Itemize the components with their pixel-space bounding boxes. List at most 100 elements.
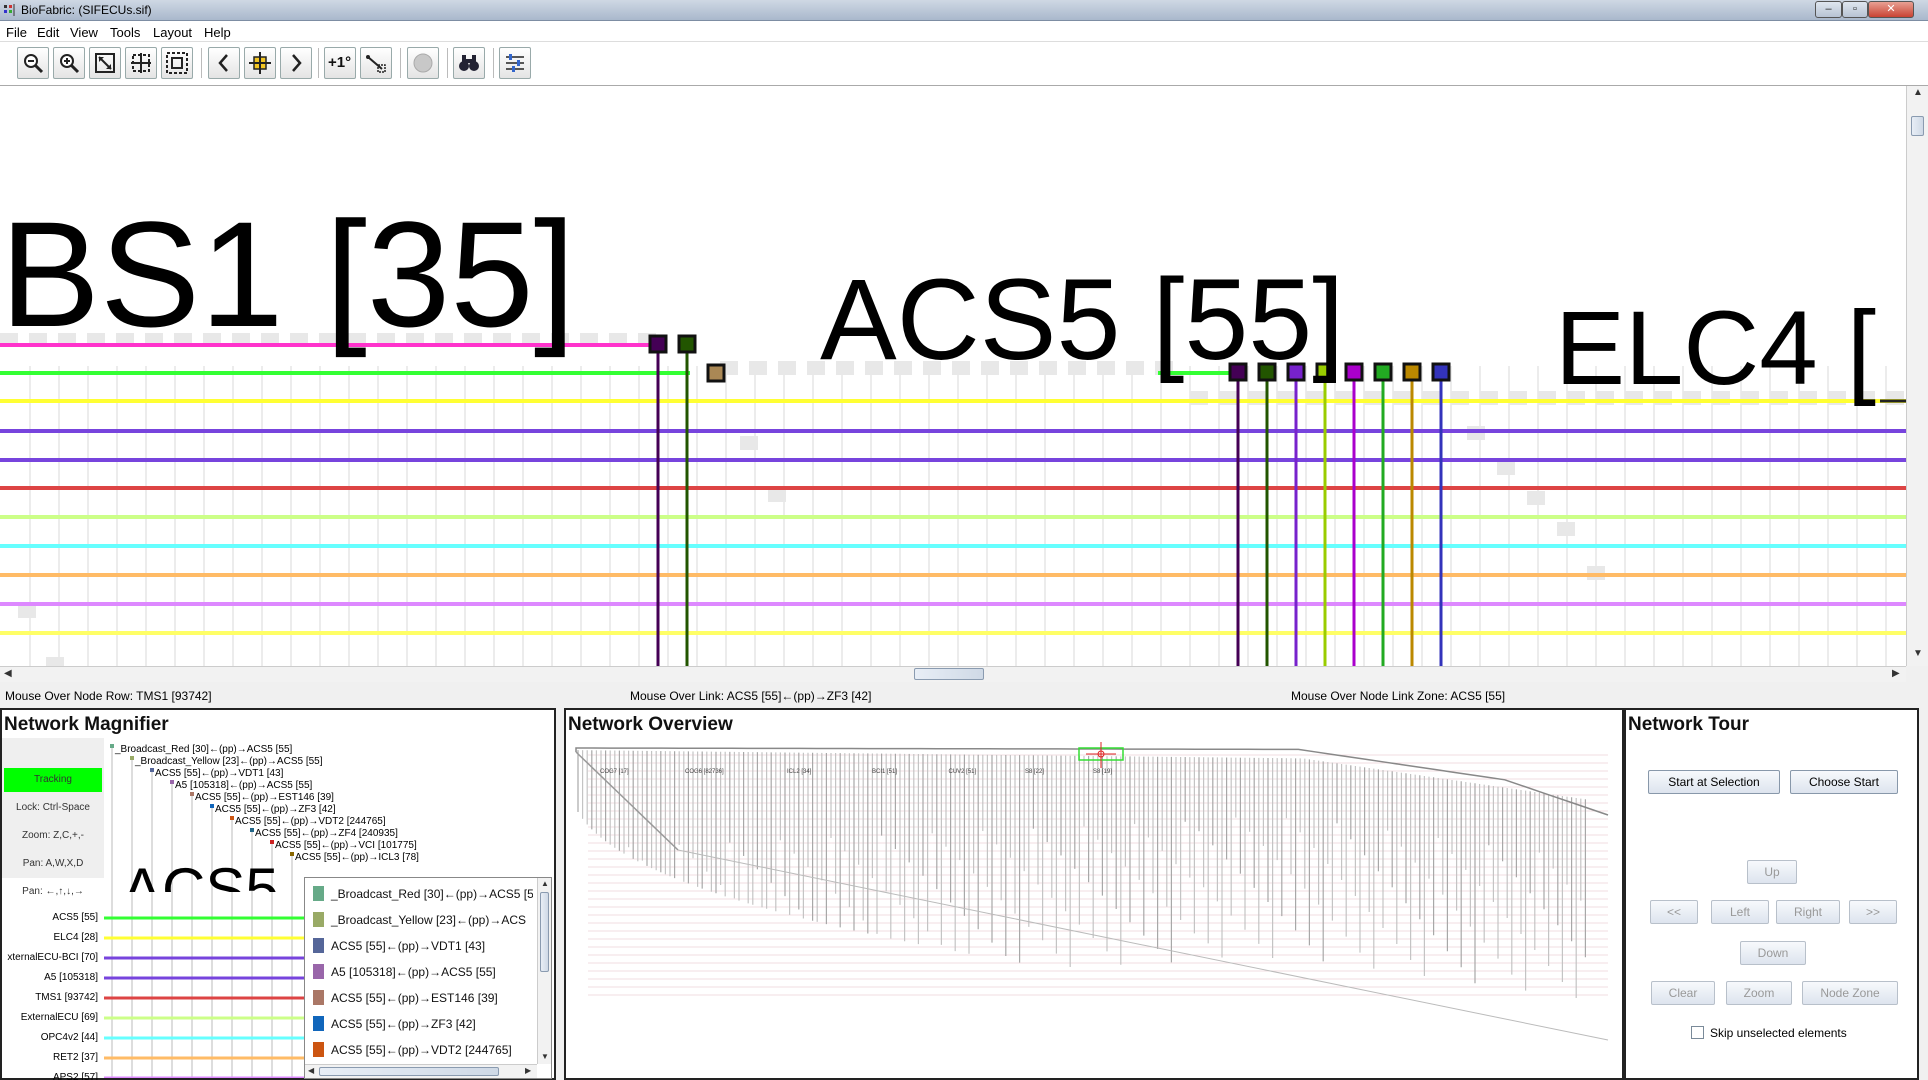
- magnifier-link-label: ACS5 [55]←(pp)→VDT1 [43]: [155, 768, 284, 779]
- magnifier-row-label: ACS5 [55]: [52, 912, 98, 923]
- toolbar-separator: [493, 48, 494, 78]
- fabric-vertical-scrollbar[interactable]: ▲ ▼: [1906, 86, 1928, 666]
- popup-scroll-down[interactable]: ▼: [541, 1052, 549, 1061]
- status-node-row: Mouse Over Node Row: TMS1 [93742]: [5, 689, 212, 703]
- zoom-to-model-icon: [95, 53, 115, 73]
- popup-scroll-right[interactable]: ▶: [525, 1066, 531, 1075]
- close-button[interactable]: ✕: [1868, 1, 1914, 18]
- zoom-to-selection-icon: [131, 53, 151, 73]
- popup-list-item[interactable]: ACS5 [55]←(pp)→EST146 [39]: [309, 986, 533, 1010]
- tour-up-button[interactable]: Up: [1747, 860, 1797, 884]
- magnifier-link-label: ACS5 [55]←(pp)→EST146 [39]: [195, 792, 334, 803]
- skip-unselected-checkbox[interactable]: [1691, 1026, 1704, 1039]
- link-endpoint-block: [1344, 362, 1364, 382]
- scroll-down-arrow[interactable]: ▼: [1913, 648, 1923, 659]
- popup-list-item[interactable]: A5 [105318]←(pp)→ACS5 [55]: [309, 960, 533, 984]
- popup-scroll-up[interactable]: ▲: [541, 879, 549, 888]
- tour-far-right-button[interactable]: >>: [1849, 900, 1897, 924]
- minimize-button[interactable]: –: [1815, 1, 1842, 18]
- magnifier-link-label: ACS5 [55]←(pp)→ZF4 [240935]: [255, 828, 398, 839]
- tour-zoom-button[interactable]: Zoom: [1726, 981, 1792, 1005]
- magnifier-link-endpoint: [190, 792, 194, 796]
- start-at-selection-button[interactable]: Start at Selection: [1648, 770, 1780, 794]
- magnifier-link-endpoint: [230, 816, 234, 820]
- toolbar-separator: [447, 48, 448, 78]
- zoom-to-selection-button[interactable]: [125, 47, 157, 79]
- link-color-swatch: [313, 938, 324, 953]
- menu-file[interactable]: File: [6, 25, 27, 40]
- popup-vertical-scrollbar[interactable]: ▲ ▼: [537, 878, 551, 1064]
- center-on-selection-icon: [249, 52, 271, 74]
- center-on-selection-button[interactable]: [244, 47, 276, 79]
- overview-node-label: ICL2 [34]: [787, 769, 812, 775]
- scroll-up-arrow[interactable]: ▲: [1913, 87, 1923, 98]
- stop-button[interactable]: [407, 47, 439, 79]
- popup-item-label: _Broadcast_Yellow [23]←(pp)→ACS: [331, 913, 526, 927]
- popup-list-item[interactable]: _Broadcast_Yellow [23]←(pp)→ACS: [309, 908, 533, 932]
- link-endpoint-block: [706, 363, 726, 383]
- fabric-horizontal-scrollbar[interactable]: ◀ ▶: [0, 666, 1906, 682]
- menu-help[interactable]: Help: [204, 25, 231, 40]
- menu-view[interactable]: View: [70, 25, 98, 40]
- tour-left-button[interactable]: Left: [1711, 900, 1769, 924]
- popup-list-item[interactable]: ACS5 [55]←(pp)→VDT2 [244765]: [309, 1038, 533, 1062]
- status-link: Mouse Over Link: ACS5 [55]←(pp)→ZF3 [42]: [630, 689, 872, 703]
- magnifier-row-label: APS2 [57]: [52, 1072, 98, 1080]
- menu-layout[interactable]: Layout: [153, 25, 192, 40]
- overview-envelope: [677, 849, 1609, 1041]
- overview-drawing[interactable]: [568, 740, 1624, 1070]
- popup-list-item[interactable]: ACS5 [55]←(pp)→ZF3 [42]: [309, 1012, 533, 1036]
- link-color-swatch: [313, 1016, 324, 1031]
- zoom-to-model-button[interactable]: [89, 47, 121, 79]
- link-color-swatch: [313, 1042, 324, 1057]
- scroll-right-arrow[interactable]: ▶: [1892, 668, 1900, 679]
- maximize-button[interactable]: ▫: [1842, 1, 1868, 18]
- network-overview-panel[interactable]: Network Overview COG7 [17] COG6 [82736] IC…: [564, 708, 1624, 1080]
- link-popup-list[interactable]: _Broadcast_Red [30]←(pp)→ACS5 [5 _Broadca…: [304, 877, 552, 1079]
- propagate-selection-button[interactable]: [360, 47, 392, 79]
- unselected-node-block: [1497, 461, 1515, 475]
- magnifier-row-label: OPC4v2 [44]: [40, 1032, 98, 1043]
- horizontal-scroll-thumb[interactable]: [914, 668, 984, 680]
- magnifier-link-endpoint: [210, 804, 214, 808]
- zoom-out-icon: [24, 54, 44, 74]
- zoom-in-button[interactable]: [53, 47, 85, 79]
- magnifier-row-label: ELC4 [28]: [53, 932, 98, 943]
- scroll-left-arrow[interactable]: ◀: [4, 668, 12, 679]
- menu-edit[interactable]: Edit: [37, 25, 59, 40]
- magnifier-link-endpoint: [170, 780, 174, 784]
- search-button[interactable]: [453, 47, 485, 79]
- link-endpoint-block: [648, 334, 668, 354]
- popup-scroll-left[interactable]: ◀: [308, 1066, 314, 1075]
- popup-hscroll-thumb[interactable]: [319, 1067, 499, 1076]
- previous-selection-button[interactable]: [208, 47, 240, 79]
- popup-vscroll-thumb[interactable]: [540, 892, 549, 972]
- popup-item-label: ACS5 [55]←(pp)→ZF3 [42]: [331, 1017, 476, 1031]
- next-selection-button[interactable]: [280, 47, 312, 79]
- node-label-acs5: ACS5 [55]: [820, 256, 1345, 384]
- link-color-swatch: [313, 990, 324, 1005]
- tour-far-left-button[interactable]: <<: [1650, 900, 1698, 924]
- zoom-to-rect-button[interactable]: [161, 47, 193, 79]
- settings-button[interactable]: [499, 47, 531, 79]
- magnifier-row-label: TMS1 [93742]: [35, 992, 98, 1003]
- tour-clear-button[interactable]: Clear: [1651, 981, 1715, 1005]
- vertical-scroll-thumb[interactable]: [1911, 116, 1924, 136]
- overview-node-label: BCI1 [51]: [872, 769, 898, 775]
- tour-right-button[interactable]: Right: [1776, 900, 1840, 924]
- popup-horizontal-scrollbar[interactable]: ◀ ▶: [305, 1064, 537, 1078]
- popup-list-item[interactable]: _Broadcast_Red [30]←(pp)→ACS5 [5: [309, 882, 533, 906]
- add-first-neighbors-button[interactable]: +1°: [324, 47, 356, 79]
- link-endpoint-block: [677, 334, 697, 354]
- fabric-canvas[interactable]: BS1 [35] ACS5 [55] ELC4 [: [0, 86, 1906, 666]
- choose-start-button[interactable]: Choose Start: [1790, 770, 1898, 794]
- menu-tools[interactable]: Tools: [110, 25, 140, 40]
- stop-icon: [413, 53, 433, 73]
- tour-down-button[interactable]: Down: [1740, 941, 1806, 965]
- unselected-node-block: [1557, 522, 1575, 536]
- zoom-out-button[interactable]: [17, 47, 49, 79]
- popup-list-item[interactable]: ACS5 [55]←(pp)→VDT1 [43]: [309, 934, 533, 958]
- magnifier-link-endpoint: [290, 852, 294, 856]
- overview-envelope: [575, 747, 1609, 816]
- tour-node-zone-button[interactable]: Node Zone: [1802, 981, 1898, 1005]
